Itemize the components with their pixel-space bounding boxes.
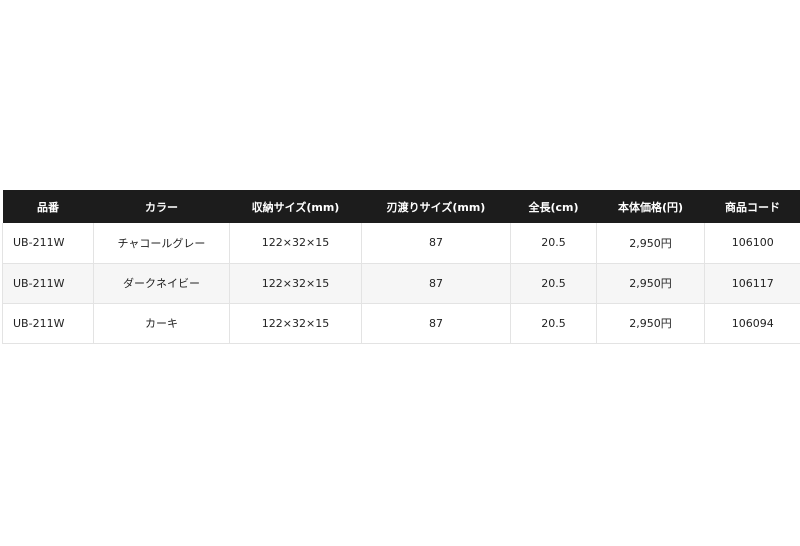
cell-price: 2,950円: [596, 303, 705, 344]
product-spec-table: 品番 カラー 収納サイズ(mm) 刃渡りサイズ(mm) 全長(cm) 本体価格(…: [2, 190, 800, 344]
cell-color: カーキ: [93, 303, 230, 344]
cell-product-number: UB-211W: [2, 303, 94, 344]
header-price: 本体価格(円): [617, 200, 684, 214]
product-spec-table-container: 品番 カラー 収納サイズ(mm) 刃渡りサイズ(mm) 全長(cm) 本体価格(…: [2, 190, 800, 344]
header-blade-size: 刃渡りサイズ(mm): [386, 200, 486, 214]
cell-blade-size: 87: [361, 223, 511, 264]
header-product-number: 品番: [37, 200, 59, 214]
cell-product-code: 106094: [704, 303, 800, 344]
cell-color: チャコールグレー: [93, 223, 230, 264]
header-product-code: 商品コード: [725, 200, 780, 214]
cell-total-length: 20.5: [510, 263, 597, 304]
table-row: UB-211W チャコールグレー 122×32×15 87 20.5 2,950…: [2, 223, 800, 264]
cell-product-number: UB-211W: [2, 223, 94, 264]
cell-storage-size: 122×32×15: [229, 263, 362, 304]
cell-price: 2,950円: [596, 263, 705, 304]
cell-product-number: UB-211W: [2, 263, 94, 304]
cell-blade-size: 87: [361, 303, 511, 344]
cell-storage-size: 122×32×15: [229, 223, 362, 264]
cell-total-length: 20.5: [510, 223, 597, 264]
cell-blade-size: 87: [361, 263, 511, 304]
cell-product-code: 106100: [704, 223, 800, 264]
cell-total-length: 20.5: [510, 303, 597, 344]
table-row: UB-211W カーキ 122×32×15 87 20.5 2,950円 106…: [2, 303, 800, 344]
header-row: 品番 カラー 収納サイズ(mm) 刃渡りサイズ(mm) 全長(cm) 本体価格(…: [2, 190, 800, 223]
cell-product-code: 106117: [704, 263, 800, 304]
table-header: 品番 カラー 収納サイズ(mm) 刃渡りサイズ(mm) 全長(cm) 本体価格(…: [2, 190, 800, 223]
cell-storage-size: 122×32×15: [229, 303, 362, 344]
header-total-length: 全長(cm): [528, 200, 579, 214]
header-color: カラー: [145, 200, 178, 214]
cell-color: ダークネイビー: [93, 263, 230, 304]
header-storage-size: 収納サイズ(mm): [251, 200, 340, 214]
table-row: UB-211W ダークネイビー 122×32×15 87 20.5 2,950円…: [2, 263, 800, 304]
table-body: UB-211W チャコールグレー 122×32×15 87 20.5 2,950…: [2, 223, 800, 344]
cell-price: 2,950円: [596, 223, 705, 264]
